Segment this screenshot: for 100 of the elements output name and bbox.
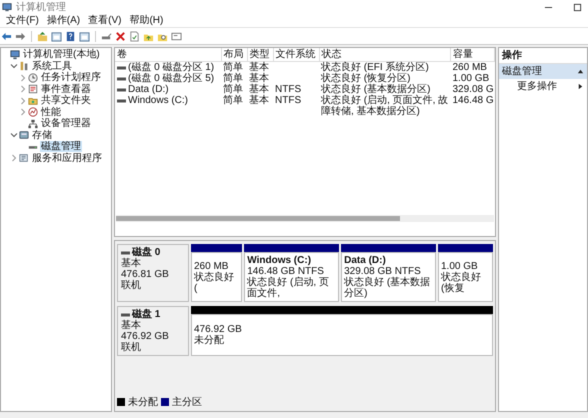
clock-icon: [28, 72, 38, 83]
tree-item[interactable]: 磁盘管理: [40, 141, 82, 152]
column-header[interactable]: 卷: [115, 48, 221, 62]
partition-size: 476.92 GB: [194, 324, 243, 335]
table-cell: Data (D:): [128, 84, 169, 95]
submenu-arrow-icon[interactable]: [577, 83, 584, 90]
disk-name: 磁盘 0: [132, 247, 160, 258]
table-cell-text: 146.48 G: [452, 95, 494, 108]
tree-item[interactable]: 共享文件夹: [40, 95, 92, 106]
table-cell-text: 状态良好 (启动, 页面文件, 故障转储, 基本数据分区): [320, 95, 450, 117]
action-link[interactable]: 更多操作: [517, 81, 557, 92]
storage-icon: [19, 130, 29, 140]
menu-item[interactable]: 帮助(H): [125, 14, 168, 26]
table-cell-text: 简单: [222, 95, 244, 108]
console-icon[interactable]: [79, 30, 90, 42]
partition-size: 146.48 GB NTFS: [247, 266, 325, 277]
event-log-icon: [28, 84, 38, 94]
column-header[interactable]: 容量: [450, 48, 494, 62]
tree-item[interactable]: 系统工具: [31, 60, 73, 72]
partition-size: 329.08 GB NTFS: [344, 266, 422, 277]
services-icon: [19, 153, 29, 164]
table-cell-text: 基本: [248, 95, 270, 108]
partition-block[interactable]: 260 MB 状态良好 (: [191, 252, 242, 302]
document-check-icon[interactable]: [129, 30, 140, 42]
table-cell: 状态良好 (基本数据分区): [319, 84, 450, 95]
table-cell: 简单: [221, 62, 247, 73]
tree-item[interactable]: 任务计划程序: [40, 72, 102, 84]
partition-status: 未分配: [194, 335, 225, 346]
table-cell: (磁盘 0 磁盘分区 1): [128, 62, 214, 73]
partition-size: 260 MB: [194, 260, 230, 272]
column-header[interactable]: 类型: [247, 48, 273, 62]
folder-up-icon[interactable]: [37, 30, 48, 42]
tree-item[interactable]: 存储: [31, 130, 53, 141]
partition-size: 1.00 GB: [440, 260, 479, 272]
tree-item[interactable]: 计算机管理(本地): [22, 49, 101, 60]
collapsed-chevron-icon[interactable]: [19, 108, 27, 116]
tree-item[interactable]: 设备管理器: [40, 118, 92, 130]
partition-title: Data (D:): [344, 255, 387, 266]
table-cell: 状态良好 (恢复分区): [319, 73, 450, 84]
table-cell: 状态良好 (EFI 系统分区): [319, 62, 450, 73]
partition-status: 状态良好 (基本数据分区): [344, 277, 432, 299]
table-cell-text: 简单: [222, 84, 244, 95]
table-cell: (磁盘 0 磁盘分区 5): [128, 73, 214, 84]
collapse-arrow-icon[interactable]: [577, 68, 584, 75]
partition-block[interactable]: Data (D:) 329.08 GB NTFS 状态良好 (基本数据分区): [341, 252, 436, 302]
computer-management-icon: [2, 2, 12, 12]
help-icon[interactable]: [65, 30, 76, 42]
tree-item[interactable]: 性能: [40, 106, 62, 118]
collapsed-chevron-icon[interactable]: [10, 154, 18, 162]
expanded-chevron-icon[interactable]: [10, 131, 18, 140]
expanded-chevron-icon[interactable]: [10, 62, 18, 70]
menu-item[interactable]: 操作(A): [42, 14, 84, 26]
table-cell-text: 基本: [248, 73, 270, 84]
column-header[interactable]: 文件系统: [273, 48, 319, 62]
table-cell: Windows (C:): [128, 95, 188, 106]
back-arrow-icon[interactable]: [1, 30, 12, 42]
tree-item[interactable]: 服务和应用程序: [31, 152, 103, 164]
collapsed-chevron-icon[interactable]: [19, 96, 27, 105]
partition-status: 状态良好 (启动, 页面文件,: [247, 277, 330, 299]
forward-arrow-icon[interactable]: [15, 30, 26, 42]
menu-item[interactable]: 查看(V): [84, 14, 126, 26]
menu-item[interactable]: 文件(F): [2, 14, 43, 26]
table-cell-text: NTFS: [274, 84, 302, 95]
table-cell-text: NTFS: [274, 95, 302, 108]
column-header[interactable]: 状态: [319, 48, 450, 62]
performance-icon: [28, 107, 38, 118]
disk-type: 基本: [121, 258, 142, 269]
legend-label: 主分区: [172, 396, 202, 409]
console-icon[interactable]: [51, 30, 62, 42]
tree-item[interactable]: 事件查看器: [40, 84, 92, 95]
window-icon[interactable]: [171, 30, 182, 42]
partition-title: Windows (C:): [247, 255, 312, 266]
device-tree-icon: [28, 118, 38, 129]
partition-block[interactable]: 1.00 GB 状态良好 (恢复: [438, 252, 494, 302]
partition-block[interactable]: Windows (C:) 146.48 GB NTFS 状态良好 (启动, 页面文件,: [244, 252, 340, 302]
partition-status: 状态良好 (: [194, 272, 235, 294]
table-cell: 基本: [247, 62, 273, 73]
partition-status: 状态良好 (恢复: [440, 272, 482, 294]
disk-name: 磁盘 1: [132, 309, 160, 320]
table-cell-text: 329.08 G: [452, 84, 494, 95]
disk-status: 联机: [121, 342, 142, 353]
table-cell: 260 MB: [450, 62, 494, 73]
disk-type: 基本: [121, 320, 142, 331]
delete-icon[interactable]: [115, 30, 126, 42]
maximize-icon[interactable]: [573, 2, 582, 12]
table-cell-text: 1.00 GB: [452, 73, 490, 84]
table-cell-text: 简单: [222, 73, 244, 84]
table-cell-text: 基本: [248, 84, 270, 95]
disk-size: 476.92 GB: [121, 331, 170, 342]
window-title: 计算机管理: [16, 0, 66, 14]
legend-label: 未分配: [128, 396, 158, 409]
shared-folder-icon: [28, 96, 38, 106]
tools-icon: [19, 61, 29, 72]
disk-status: 联机: [121, 280, 142, 291]
collapsed-chevron-icon[interactable]: [19, 74, 27, 82]
partition-block[interactable]: 476.92 GB 未分配: [191, 314, 493, 356]
collapsed-chevron-icon[interactable]: [19, 85, 27, 94]
disk-size: 476.81 GB: [121, 269, 170, 280]
column-header[interactable]: 布局: [221, 48, 247, 62]
horizontal-scrollbar[interactable]: [116, 215, 494, 222]
